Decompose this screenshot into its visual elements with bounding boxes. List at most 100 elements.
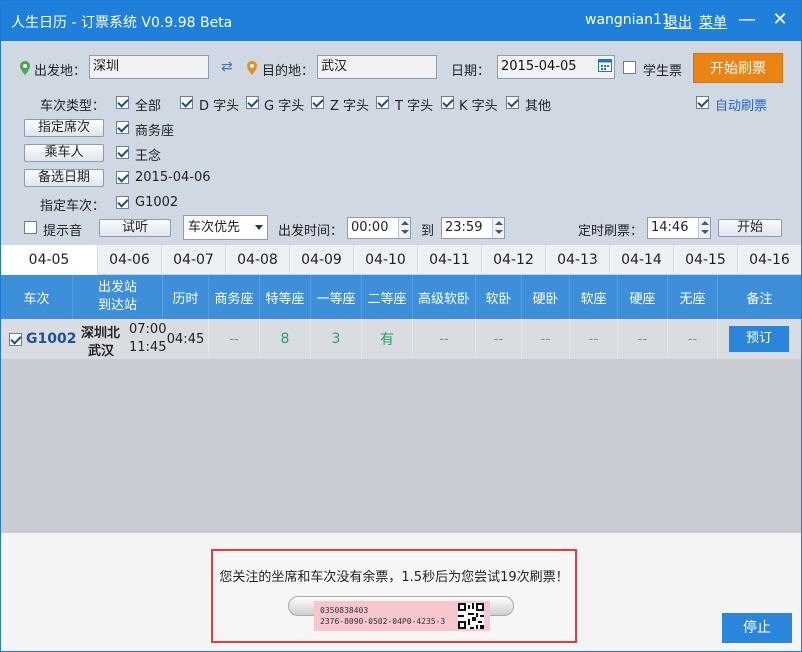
spinner-arrows-icon[interactable]: [698, 218, 710, 238]
student-checkbox[interactable]: [623, 61, 636, 74]
train-type-checkbox-all[interactable]: [116, 96, 129, 109]
tab-04-06[interactable]: 04-06: [98, 245, 162, 275]
header-second-class: 二等座: [362, 275, 413, 319]
sound-checkbox[interactable]: [24, 221, 37, 234]
student-label: 学生票: [643, 64, 683, 79]
tab-04-16[interactable]: 04-16: [738, 245, 801, 275]
alt-date-value: 2015-04-06: [135, 170, 211, 185]
priority-select[interactable]: 车次优先: [183, 215, 268, 240]
header-soft-seat: 软座: [570, 275, 618, 319]
spinner-arrows-icon[interactable]: [492, 218, 504, 238]
location-pin-icon: [247, 61, 257, 75]
tab-04-10[interactable]: 04-10: [354, 245, 418, 275]
logout-link[interactable]: 退出: [664, 12, 692, 32]
results-area: G1002 深圳北 武汉 07:00 11:45 04:45 -- 8 3 有 …: [1, 319, 801, 533]
to-label: 目的地：: [262, 64, 315, 79]
tab-04-11[interactable]: 04-11: [418, 245, 482, 275]
train-type-label-all: 全部: [135, 99, 162, 114]
train-type-checkbox-t[interactable]: [376, 96, 389, 109]
header-deluxe-sleeper: 高级软卧: [413, 275, 476, 319]
tab-04-15[interactable]: 04-15: [674, 245, 738, 275]
train-type-label-other: 其他: [525, 99, 552, 114]
depart-to-value: 23:59: [445, 220, 483, 235]
depart-from-spinner[interactable]: 00:00: [347, 217, 411, 239]
tab-04-12[interactable]: 04-12: [482, 245, 546, 275]
minimize-icon[interactable]: —: [736, 9, 758, 31]
swap-icon[interactable]: ⇄: [221, 59, 233, 75]
train-type-label-z: Z 字头: [330, 99, 370, 114]
depart-to-spinner[interactable]: 23:59: [441, 217, 505, 239]
timer-label: 定时刷票：: [578, 224, 644, 239]
seat-value: 商务座: [135, 124, 175, 139]
header-remarks: 备注: [746, 291, 773, 307]
from-input[interactable]: 深圳: [89, 55, 209, 79]
duration-cell: 04:45: [163, 319, 209, 359]
menu-link[interactable]: 菜单: [699, 12, 727, 32]
auto-refresh-checkbox[interactable]: [696, 96, 709, 109]
to-input[interactable]: 武汉: [317, 55, 437, 79]
header-hard-seat: 硬座: [618, 275, 668, 319]
search-panel: 出发地： 深圳 ⇄ 目的地： 武汉 日期： 2015-04-05 学生票 开始刷…: [1, 41, 801, 245]
passenger-button[interactable]: 乘车人: [24, 144, 104, 162]
seat-cell-soft-seat: --: [570, 319, 618, 359]
app-window: 人生日历 - 订票系统 V0.9.98 Beta wangnian11 退出 菜…: [0, 0, 802, 652]
listen-button[interactable]: 试听: [99, 219, 171, 237]
alt-date-button[interactable]: 备选日期: [24, 169, 104, 187]
date-tabs: 04-05 04-06 04-07 04-08 04-09 04-10 04-1…: [1, 245, 801, 275]
to-station: 武汉: [88, 344, 115, 359]
timer-spinner[interactable]: 14:46: [647, 217, 711, 239]
seat-cell-no-seat: --: [668, 319, 718, 359]
spinner-arrows-icon[interactable]: [398, 218, 410, 238]
notice-message: 您关注的坐席和车次没有余票，1.5秒后为您尝试19次刷票！: [219, 570, 569, 585]
header-no-seat: 无座: [668, 275, 718, 319]
train-value: G1002: [135, 195, 179, 210]
train-type-checkbox-g[interactable]: [246, 96, 259, 109]
header-business-seat: 商务座: [209, 275, 260, 319]
header-train: 车次: [1, 275, 73, 319]
alt-date-checkbox[interactable]: [116, 171, 129, 184]
train-type-checkbox-d[interactable]: [180, 96, 193, 109]
sound-label: 提示音: [43, 224, 83, 239]
tab-04-14[interactable]: 04-14: [610, 245, 674, 275]
date-label: 日期：: [451, 64, 491, 79]
start-refresh-button[interactable]: 开始刷票: [693, 53, 783, 83]
select-seat-button[interactable]: 指定席次: [24, 119, 104, 137]
train-type-checkbox-other[interactable]: [506, 96, 519, 109]
train-type-label-d: D 字头: [199, 99, 240, 114]
train-label: 指定车次：: [40, 199, 106, 214]
passenger-checkbox[interactable]: [116, 146, 129, 159]
seat-checkbox[interactable]: [116, 121, 129, 134]
location-pin-icon: [20, 61, 30, 75]
tab-04-05[interactable]: 04-05: [1, 245, 98, 275]
seat-cell-second-class: 有: [362, 319, 413, 359]
train-type-checkbox-k[interactable]: [441, 96, 454, 109]
row-checkbox[interactable]: [9, 333, 22, 346]
tab-04-13[interactable]: 04-13: [546, 245, 610, 275]
train-number: G1002: [26, 331, 77, 347]
book-button[interactable]: 预订: [729, 326, 789, 352]
close-icon[interactable]: ✕: [769, 9, 791, 31]
header-premium-seat: 特等座: [260, 275, 311, 319]
train-type-label-t: T 字头: [395, 99, 434, 114]
timer-value: 14:46: [651, 220, 689, 235]
tab-04-08[interactable]: 04-08: [226, 245, 290, 275]
refresh-notice: 您关注的坐席和车次没有余票，1.5秒后为您尝试19次刷票！ 0350838403…: [211, 549, 577, 643]
depart-from-value: 00:00: [351, 220, 389, 235]
ticket-line-2: 2376-8090-0502-04P0-4235-3: [320, 617, 446, 626]
header-first-class: 一等座: [311, 275, 362, 319]
calendar-icon[interactable]: [598, 58, 612, 72]
table-header: 车次 出发站 到达站 历时 商务座 特等座 一等座 二等座 高级软卧 软卧 硬卧…: [1, 275, 801, 319]
seat-cell-hard-seat: --: [618, 319, 668, 359]
train-type-checkbox-z[interactable]: [311, 96, 324, 109]
table-row[interactable]: G1002 深圳北 武汉 07:00 11:45 04:45 -- 8 3 有 …: [1, 319, 801, 359]
auto-refresh-label: 自动刷票: [715, 99, 768, 114]
from-label: 出发地：: [34, 64, 87, 79]
stop-button[interactable]: 停止: [722, 613, 792, 643]
username: wangnian11: [585, 12, 671, 28]
header-soft-sleeper: 软卧: [476, 275, 522, 319]
train-type-label-g: G 字头: [264, 99, 305, 114]
tab-04-07[interactable]: 04-07: [162, 245, 226, 275]
timer-start-button[interactable]: 开始: [718, 219, 782, 237]
train-checkbox[interactable]: [116, 196, 129, 209]
tab-04-09[interactable]: 04-09: [290, 245, 354, 275]
